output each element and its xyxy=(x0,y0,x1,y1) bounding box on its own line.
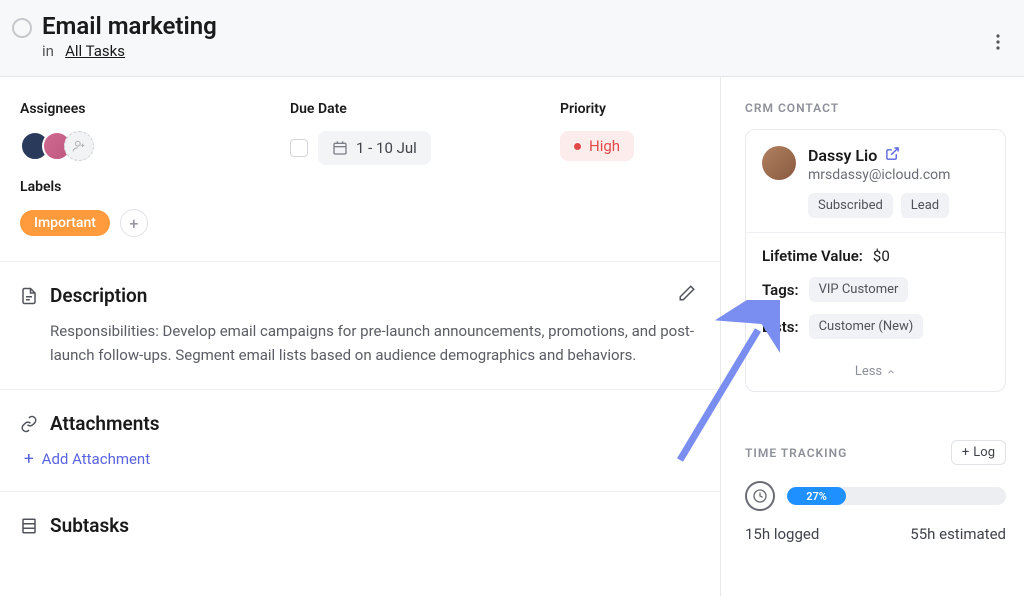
attachments-section: Attachments + Add Attachment xyxy=(0,390,720,492)
crm-tag-chip[interactable]: VIP Customer xyxy=(809,277,909,302)
time-progress-fill: 27% xyxy=(787,487,846,505)
priority-dot-icon xyxy=(574,143,581,150)
crm-collapse-button[interactable]: Less xyxy=(855,364,896,379)
main-column: Assignees Labels Important + xyxy=(0,77,720,596)
time-estimated: 55h estimated xyxy=(910,525,1006,543)
clock-icon xyxy=(752,488,768,504)
breadcrumb-prefix: in xyxy=(42,42,54,60)
due-date-picker[interactable]: 1 - 10 Jul xyxy=(318,131,431,165)
subtasks-icon xyxy=(20,516,38,536)
crm-avatar[interactable] xyxy=(762,146,796,180)
breadcrumb: in All Tasks xyxy=(42,42,1004,60)
priority-label: Priority xyxy=(560,101,680,117)
external-link-icon xyxy=(885,146,900,161)
crm-status-tag[interactable]: Subscribed xyxy=(808,193,893,218)
add-attachment-label: Add Attachment xyxy=(42,450,150,468)
add-attachment-button[interactable]: + Add Attachment xyxy=(24,449,700,469)
more-menu-button[interactable] xyxy=(986,30,1010,54)
priority-value: High xyxy=(589,137,620,155)
crm-contact-card: Dassy Lio mrsdassy@icloud.com Subscribed… xyxy=(745,129,1006,392)
description-section: Description Responsibilities: Develop em… xyxy=(0,262,720,390)
description-text[interactable]: Responsibilities: Develop email campaign… xyxy=(50,319,700,367)
meta-row: Assignees Labels Important + xyxy=(0,77,720,262)
start-timer-button[interactable] xyxy=(745,481,775,511)
due-date-label: Due Date xyxy=(290,101,560,117)
add-assignee-button[interactable] xyxy=(64,131,94,161)
time-tracking-label: TIME TRACKING xyxy=(745,446,847,460)
subtasks-section: Subtasks xyxy=(0,492,720,559)
crm-lists-label: Lists: xyxy=(762,318,799,336)
plus-icon: + xyxy=(962,445,969,460)
crm-less-label: Less xyxy=(855,364,882,379)
time-logged: 15h logged xyxy=(745,525,819,543)
crm-ltv-value: $0 xyxy=(873,247,890,265)
side-column: CRM CONTACT Dassy Lio mrsdassy@icloud.co… xyxy=(720,77,1024,596)
assignees-label: Assignees xyxy=(20,101,290,117)
pencil-icon xyxy=(678,284,696,302)
edit-description-button[interactable] xyxy=(678,284,696,307)
crm-status-tag[interactable]: Lead xyxy=(901,193,949,218)
label-chip[interactable]: Important xyxy=(20,210,110,236)
labels-label: Labels xyxy=(20,179,290,195)
crm-panel-label: CRM CONTACT xyxy=(745,101,1006,115)
crm-contact-name[interactable]: Dassy Lio xyxy=(808,146,877,165)
link-icon xyxy=(20,415,38,433)
time-tracking-panel: TIME TRACKING + Log 27% 15h logged 55 xyxy=(745,440,1006,543)
priority-chip[interactable]: High xyxy=(560,131,634,161)
crm-list-chip[interactable]: Customer (New) xyxy=(809,314,924,339)
calendar-icon xyxy=(332,140,348,156)
subtasks-heading: Subtasks xyxy=(50,514,129,537)
document-icon xyxy=(20,286,38,306)
task-status-toggle[interactable] xyxy=(12,18,32,38)
due-date-value: 1 - 10 Jul xyxy=(356,139,417,157)
task-title[interactable]: Email marketing xyxy=(42,12,1004,40)
assignees-avatars[interactable] xyxy=(20,131,290,161)
description-heading: Description xyxy=(50,284,147,307)
attachments-heading: Attachments xyxy=(50,412,160,435)
time-progress-bar[interactable]: 27% xyxy=(787,487,1006,505)
crm-ltv-label: Lifetime Value: xyxy=(762,247,863,265)
task-header: Email marketing in All Tasks xyxy=(0,0,1024,77)
add-label-button[interactable]: + xyxy=(120,209,148,237)
crm-contact-email[interactable]: mrsdassy@icloud.com xyxy=(808,167,950,183)
user-plus-icon xyxy=(72,139,86,153)
crm-tags-label: Tags: xyxy=(762,281,799,299)
due-date-checkbox[interactable] xyxy=(290,139,308,157)
more-vertical-icon xyxy=(996,34,1000,50)
time-progress-percent: 27% xyxy=(806,490,827,503)
chevron-up-icon xyxy=(886,367,896,377)
open-external-button[interactable] xyxy=(885,146,900,165)
log-time-label: Log xyxy=(973,445,995,460)
plus-icon: + xyxy=(24,449,34,469)
log-time-button[interactable]: + Log xyxy=(951,440,1006,465)
breadcrumb-link[interactable]: All Tasks xyxy=(65,42,125,60)
